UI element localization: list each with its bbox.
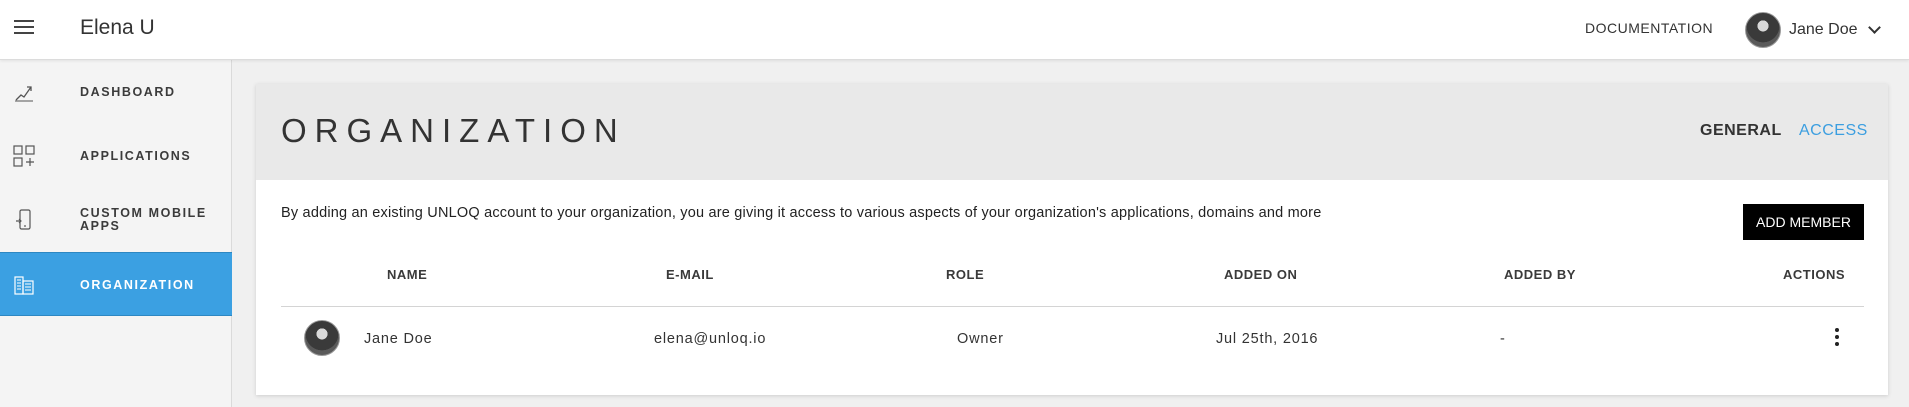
member-added-by: - [1500, 331, 1506, 347]
mobile-app-icon [16, 209, 31, 230]
sidebar-item-dashboard[interactable]: DASHBOARD [0, 60, 232, 124]
top-bar: Elena U DOCUMENTATION Jane Doe [0, 0, 1909, 60]
user-menu[interactable]: Jane Doe [1745, 10, 1881, 50]
member-added-on: Jul 25th, 2016 [1216, 331, 1319, 347]
column-header-added-on[interactable]: ADDED ON [1224, 267, 1297, 282]
menu-icon[interactable] [14, 20, 34, 36]
applications-icon [13, 145, 35, 167]
member-role: Owner [957, 331, 1004, 347]
sidebar-item-label: CUSTOM MOBILE APPS [80, 206, 207, 233]
add-member-button[interactable]: ADD MEMBER [1743, 204, 1864, 240]
column-header-actions: ACTIONS [1783, 267, 1845, 282]
page-title: ORGANIZATION [281, 112, 626, 149]
access-description: By adding an existing UNLOQ account to y… [281, 205, 1322, 221]
sidebar: DASHBOARD APPLICATIONS CUSTOM MOBILE APP… [0, 60, 232, 407]
card-header: ORGANIZATION GENERAL ACCESS [256, 84, 1888, 180]
organization-card: ORGANIZATION GENERAL ACCESS By adding an… [256, 84, 1888, 395]
chevron-down-icon [1867, 21, 1881, 34]
sidebar-item-label: APPLICATIONS [80, 149, 192, 163]
avatar [1745, 12, 1781, 48]
member-name: Jane Doe [364, 331, 433, 347]
avatar [304, 320, 340, 356]
tab-access[interactable]: ACCESS [1799, 122, 1868, 140]
sidebar-item-label: ORGANIZATION [80, 278, 195, 292]
sidebar-item-label: DASHBOARD [80, 85, 176, 99]
sidebar-item-applications[interactable]: APPLICATIONS [0, 124, 232, 188]
user-name: Jane Doe [1789, 21, 1858, 38]
member-email: elena@unloq.io [654, 331, 767, 347]
column-header-name[interactable]: NAME [387, 267, 427, 282]
dashboard-icon [15, 86, 33, 102]
sidebar-item-custom-mobile-apps[interactable]: CUSTOM MOBILE APPS [0, 188, 232, 252]
column-header-added-by[interactable]: ADDED BY [1504, 267, 1576, 282]
app-title: Elena U [80, 16, 155, 39]
organization-icon [14, 276, 34, 295]
tab-general[interactable]: GENERAL [1700, 122, 1782, 140]
more-vert-icon[interactable] [1831, 328, 1843, 350]
table-row: Jane Doe elena@unloq.io Owner Jul 25th, … [281, 307, 1864, 371]
sidebar-item-organization[interactable]: ORGANIZATION [0, 252, 232, 316]
column-header-email[interactable]: E-MAIL [666, 267, 714, 282]
documentation-link[interactable]: DOCUMENTATION [1585, 20, 1713, 36]
column-header-role[interactable]: ROLE [946, 267, 984, 282]
